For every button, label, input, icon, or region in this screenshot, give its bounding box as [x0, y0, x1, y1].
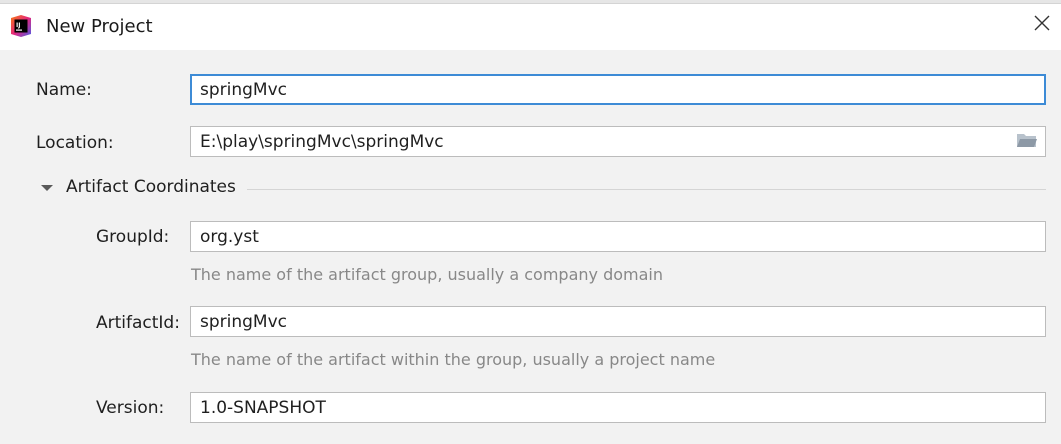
name-field[interactable]: [192, 76, 1044, 103]
browse-folder-button[interactable]: [1015, 132, 1039, 152]
section-divider: [247, 189, 1046, 190]
title-bar: IJ New Project: [0, 4, 1061, 50]
close-button[interactable]: [1027, 10, 1057, 40]
groupid-hint: The name of the artifact group, usually …: [191, 265, 663, 284]
artifactid-field[interactable]: [191, 307, 1045, 336]
triangle-down-icon: [40, 180, 54, 194]
version-field[interactable]: [191, 393, 1045, 422]
version-field-container: [190, 392, 1046, 423]
groupid-field-container: [190, 221, 1046, 252]
location-field[interactable]: [191, 127, 1045, 156]
close-icon: [1034, 15, 1050, 35]
name-field-container: [190, 74, 1046, 105]
artifactid-field-container: [190, 306, 1046, 337]
artifact-coordinates-title: Artifact Coordinates: [66, 177, 236, 197]
name-label: Name:: [36, 80, 92, 100]
svg-text:IJ: IJ: [16, 22, 20, 29]
window-title: New Project: [46, 16, 153, 37]
groupid-field[interactable]: [191, 222, 1045, 251]
artifactid-hint: The name of the artifact within the grou…: [191, 350, 716, 369]
groupid-label: GroupId:: [96, 227, 170, 247]
artifact-coordinates-toggle[interactable]: Artifact Coordinates: [40, 176, 236, 198]
version-label: Version:: [96, 398, 165, 418]
location-label: Location:: [36, 133, 114, 153]
folder-icon: [1016, 132, 1038, 153]
intellij-icon: IJ: [9, 14, 33, 38]
artifactid-label: ArtifactId:: [96, 313, 180, 333]
location-field-container: [190, 126, 1046, 157]
